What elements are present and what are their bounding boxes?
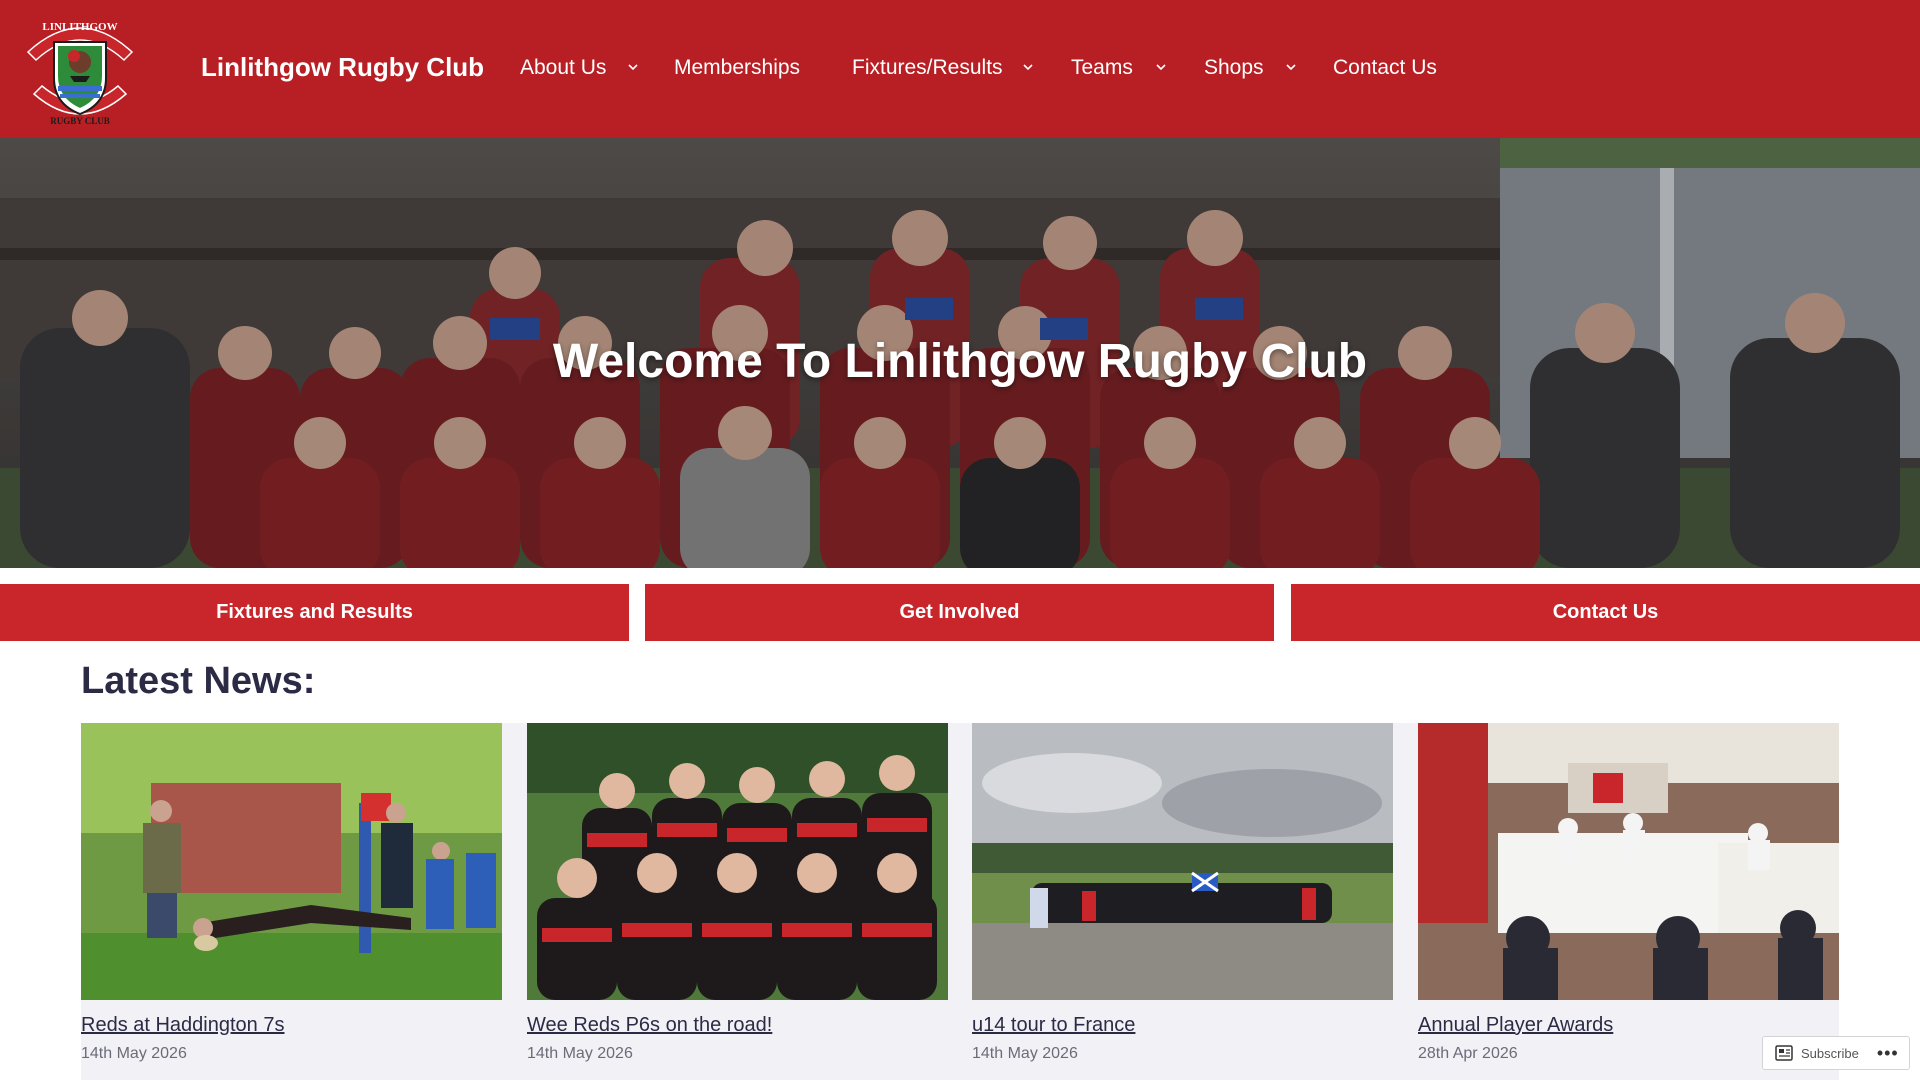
nav-about-us[interactable]: About Us	[520, 56, 606, 80]
news-title-link[interactable]: u14 tour to France	[972, 1014, 1135, 1037]
news-date: 14th May 2026	[527, 1045, 633, 1062]
news-date: 28th Apr 2026	[1418, 1045, 1518, 1062]
chevron-down-icon[interactable]	[626, 62, 640, 72]
reader-icon	[1775, 1045, 1793, 1061]
nav-memberships[interactable]: Memberships	[674, 56, 800, 80]
nav-contact-us[interactable]: Contact Us	[1333, 56, 1437, 80]
nav-teams[interactable]: Teams	[1071, 56, 1133, 80]
nav-shops[interactable]: Shops	[1204, 56, 1264, 80]
news-date: 14th May 2026	[972, 1045, 1078, 1062]
news-title-link[interactable]: Annual Player Awards	[1418, 1014, 1613, 1037]
news-image-player-awards[interactable]	[1418, 723, 1839, 1000]
fixtures-and-results-button[interactable]: Fixtures and Results	[0, 584, 629, 641]
news-image-wee-reds[interactable]	[527, 723, 948, 1000]
news-date: 14th May 2026	[81, 1045, 187, 1062]
news-image-france-tour[interactable]	[972, 723, 1393, 1000]
news-title-link[interactable]: Wee Reds P6s on the road!	[527, 1014, 772, 1037]
news-card: u14 tour to France 14th May 2026	[972, 723, 1393, 1062]
subscribe-label: Subscribe	[1801, 1045, 1859, 1061]
news-card: Annual Player Awards 28th Apr 2026	[1418, 723, 1839, 1062]
hero-title: Welcome To Linlithgow Rugby Club	[552, 335, 1368, 388]
subscribe-widget: Subscribe •••	[1762, 1036, 1910, 1070]
site-header: LINLITHGOW RUGBY CLUB Linlithgow Rugby C…	[0, 0, 1920, 138]
nav-fixtures-results[interactable]: Fixtures/Results	[852, 56, 1003, 80]
hero-banner: Welcome To Linlithgow Rugby Club	[0, 138, 1920, 568]
latest-news-heading: Latest News:	[81, 660, 316, 702]
site-title[interactable]: Linlithgow Rugby Club	[201, 52, 484, 83]
news-title-link[interactable]: Reds at Haddington 7s	[81, 1014, 284, 1037]
get-involved-button[interactable]: Get Involved	[645, 584, 1274, 641]
news-image-haddington[interactable]	[81, 723, 502, 1000]
chevron-down-icon[interactable]	[1154, 62, 1168, 72]
chevron-down-icon[interactable]	[1021, 62, 1035, 72]
logo-bottom-text: RUGBY CLUB	[50, 116, 109, 126]
more-options-icon[interactable]: •••	[1869, 1043, 1907, 1064]
logo-top-text: LINLITHGOW	[42, 21, 117, 33]
contact-us-button[interactable]: Contact Us	[1291, 584, 1920, 641]
chevron-down-icon[interactable]	[1284, 62, 1298, 72]
subscribe-button[interactable]: Subscribe	[1763, 1037, 1869, 1069]
news-card: Wee Reds P6s on the road! 14th May 2026	[527, 723, 948, 1062]
news-card: Reds at Haddington 7s 14th May 2026	[81, 723, 502, 1062]
club-crest-logo[interactable]: LINLITHGOW RUGBY CLUB	[20, 10, 140, 130]
